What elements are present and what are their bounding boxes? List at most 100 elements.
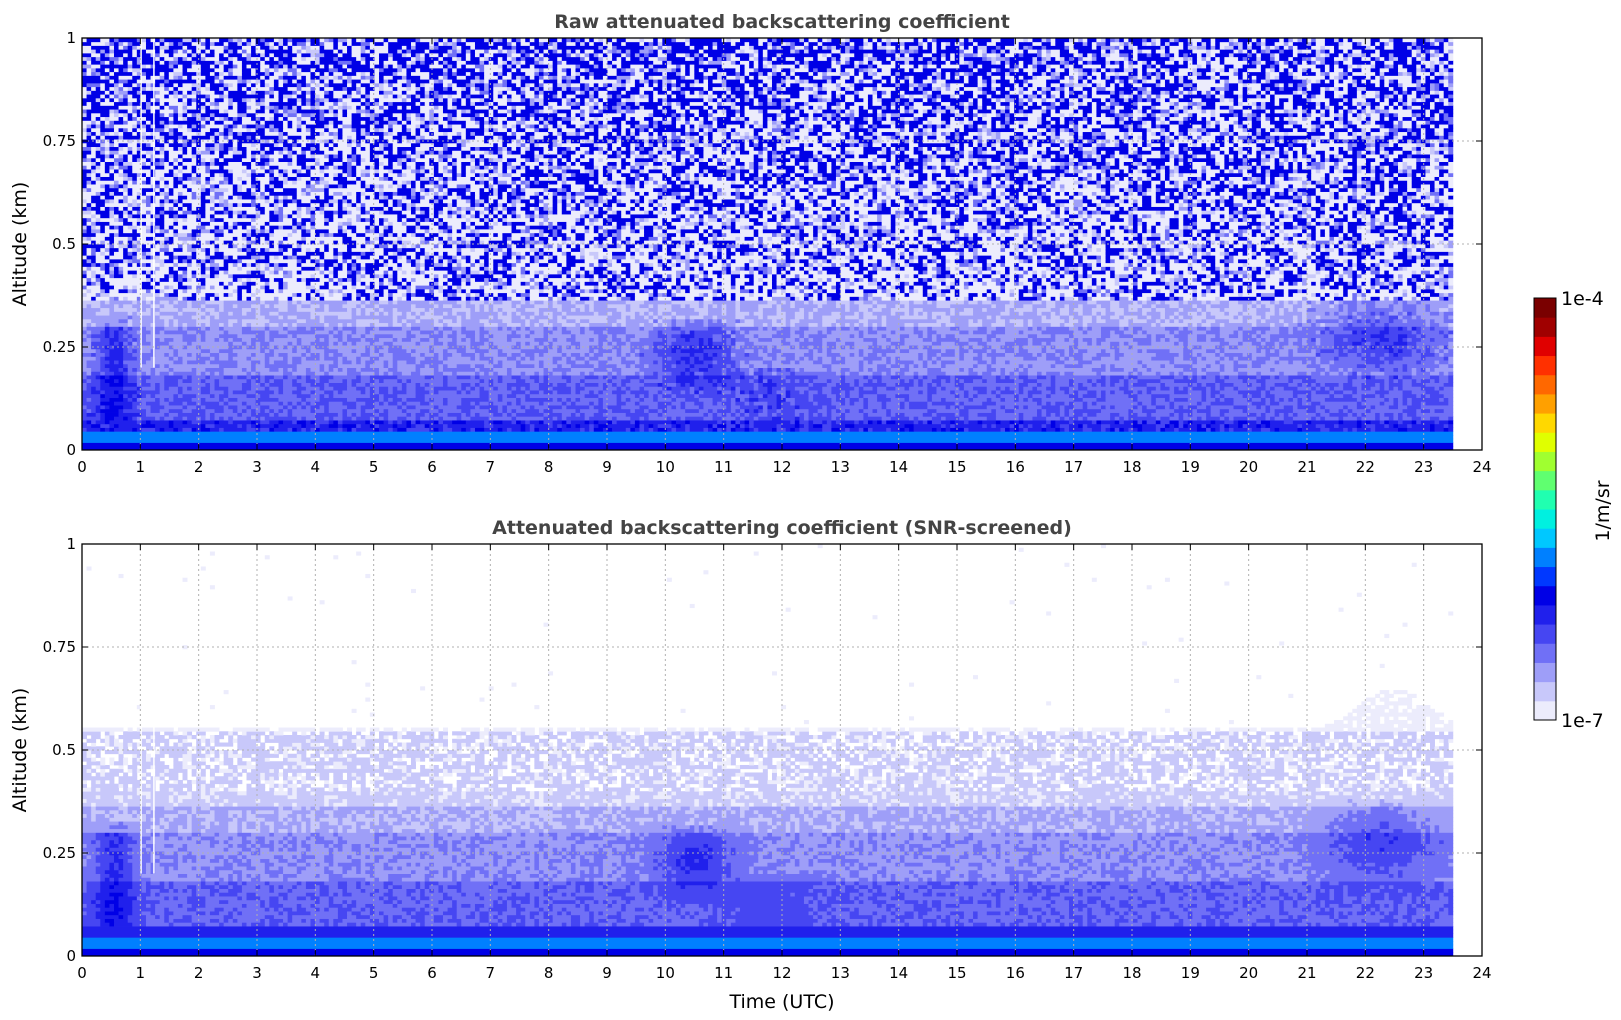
heatmap-cell <box>1252 398 1262 402</box>
heatmap-cell <box>475 349 489 353</box>
heatmap-cell <box>356 398 379 402</box>
heatmap-cell <box>831 368 841 372</box>
heatmap-cell <box>1325 326 1330 330</box>
heatmap-cell <box>626 356 640 360</box>
heatmap-cell <box>1398 420 1403 424</box>
heatmap-cell <box>1265 315 1270 319</box>
heatmap-cell <box>936 375 950 379</box>
heatmap-cell <box>589 405 594 409</box>
heatmap-cell <box>292 371 306 375</box>
heatmap-cell <box>964 420 969 424</box>
heatmap-cell <box>1375 353 1385 357</box>
heatmap-cell <box>1074 323 1084 327</box>
heatmap-cell <box>923 356 928 360</box>
heatmap-cell <box>891 371 896 375</box>
heatmap-cell <box>758 368 763 372</box>
heatmap-cell <box>205 398 219 402</box>
heatmap-cell <box>1224 416 1229 420</box>
heatmap-cell <box>123 368 128 372</box>
heatmap-cell <box>621 323 626 327</box>
heatmap-cell <box>735 360 740 364</box>
heatmap-cell <box>82 323 87 327</box>
heatmap-cell <box>676 379 695 383</box>
heatmap-cell <box>1407 413 1417 417</box>
heatmap-cell <box>1316 409 1326 413</box>
heatmap-cell <box>146 308 151 312</box>
heatmap-cell <box>1115 405 1134 409</box>
heatmap-cell <box>105 334 110 338</box>
heatmap-cell <box>946 364 974 368</box>
heatmap-cell <box>790 371 795 375</box>
heatmap-cell <box>722 368 727 372</box>
heatmap-cell <box>863 420 868 424</box>
heatmap-cell <box>873 360 887 364</box>
heatmap-cell <box>247 368 252 372</box>
heatmap-cell <box>909 311 914 315</box>
heatmap-cell <box>1311 338 1316 342</box>
heatmap-cell <box>557 360 567 364</box>
heatmap-cell <box>694 383 713 387</box>
heatmap-cell <box>160 386 165 390</box>
heatmap-cell <box>1115 390 1125 394</box>
heatmap-cell <box>717 390 722 394</box>
heatmap-cell <box>507 401 512 405</box>
heatmap-cell <box>635 420 640 424</box>
heatmap-cell <box>374 386 379 390</box>
heatmap-cell <box>361 375 371 379</box>
heatmap-cell <box>438 420 443 424</box>
heatmap-cell <box>498 360 503 364</box>
heatmap-cell <box>109 323 128 327</box>
heatmap-cell <box>703 356 713 360</box>
heatmap-cell <box>1028 349 1042 353</box>
heatmap-cell <box>1202 368 1207 372</box>
heatmap-cell <box>804 424 809 428</box>
heatmap-cell <box>320 428 339 432</box>
heatmap-cell <box>1398 338 1403 342</box>
heatmap-cell <box>886 319 937 323</box>
heatmap-cell <box>644 416 649 420</box>
heatmap-cell <box>1448 424 1453 428</box>
heatmap-cell <box>1393 416 1398 420</box>
heatmap-cell <box>87 364 101 368</box>
heatmap-cell <box>713 338 723 342</box>
heatmap-cell <box>1160 386 1170 390</box>
heatmap-cell <box>1252 356 1257 360</box>
heatmap-cell <box>1165 428 1175 432</box>
heatmap-cell <box>1279 398 1284 402</box>
heatmap-cell <box>1096 341 1101 345</box>
heatmap-cell <box>777 330 791 334</box>
heatmap-cell <box>621 360 635 364</box>
heatmap-cell <box>251 368 256 372</box>
heatmap-cell <box>1192 386 1206 390</box>
heatmap-cell <box>466 386 471 390</box>
heatmap-cell <box>763 356 773 360</box>
heatmap-cell <box>1384 386 1389 390</box>
heatmap-cell <box>754 420 791 424</box>
heatmap-cell <box>1430 326 1435 330</box>
heatmap-cell <box>379 349 389 353</box>
heatmap-cell <box>1439 390 1453 394</box>
heatmap-cell <box>553 338 558 342</box>
heatmap-cell <box>1051 375 1056 379</box>
heatmap-cell <box>1297 326 1302 330</box>
heatmap-cell <box>1165 315 1170 319</box>
heatmap-cell <box>443 409 462 413</box>
heatmap-cell <box>1270 386 1275 390</box>
heatmap-cell <box>525 424 530 428</box>
heatmap-cell <box>342 420 365 424</box>
heatmap-cell <box>297 326 307 330</box>
heatmap-cell <box>484 308 489 312</box>
heatmap-cell <box>128 368 133 372</box>
heatmap-cell <box>1279 360 1289 364</box>
heatmap-cell <box>909 428 914 432</box>
heatmap-cell <box>1110 416 1115 420</box>
heatmap-cell <box>434 345 448 349</box>
heatmap-cell <box>740 319 745 323</box>
heatmap-cell <box>87 375 97 379</box>
heatmap-cell <box>708 413 713 417</box>
heatmap-cell <box>690 319 695 323</box>
heatmap-cell <box>1183 375 1188 379</box>
heatmap-cell <box>137 394 142 398</box>
heatmap-cell <box>868 420 873 424</box>
heatmap-cell <box>667 334 672 338</box>
